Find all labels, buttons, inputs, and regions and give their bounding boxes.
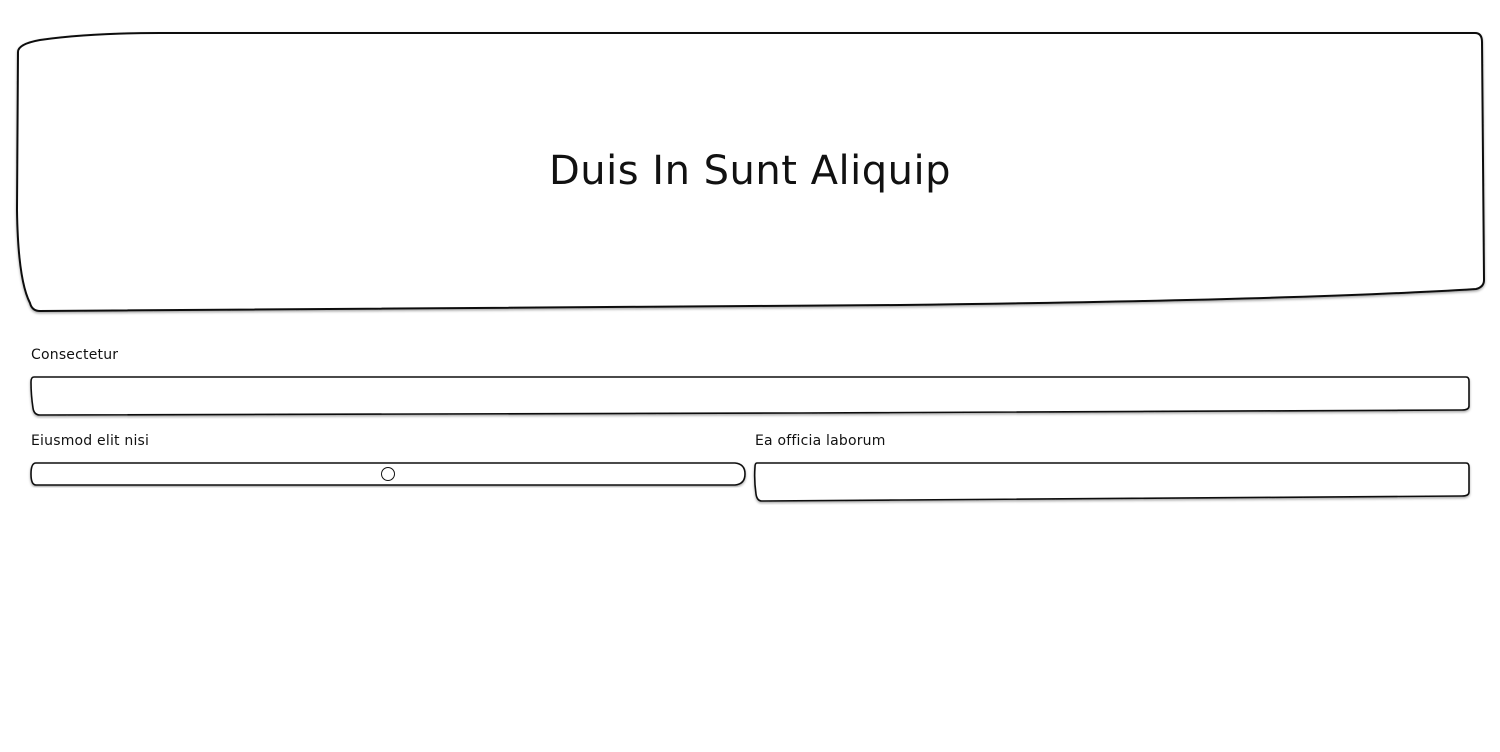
banner-title: Duis In Sunt Aliquip — [548, 148, 951, 194]
ea-officia-input[interactable] — [757, 465, 1467, 498]
consectetur-label: Consectetur — [31, 347, 119, 363]
page: Duis In Sunt Aliquip Consectetur Eiusmod… — [0, 0, 1500, 752]
consectetur-input[interactable] — [33, 379, 1467, 412]
slider-thumb[interactable] — [381, 467, 395, 481]
eiusmod-slider[interactable] — [31, 463, 745, 485]
eiusmod-label: Eiusmod elit nisi — [31, 433, 150, 449]
ea-officia-label: Ea officia laborum — [755, 433, 886, 449]
